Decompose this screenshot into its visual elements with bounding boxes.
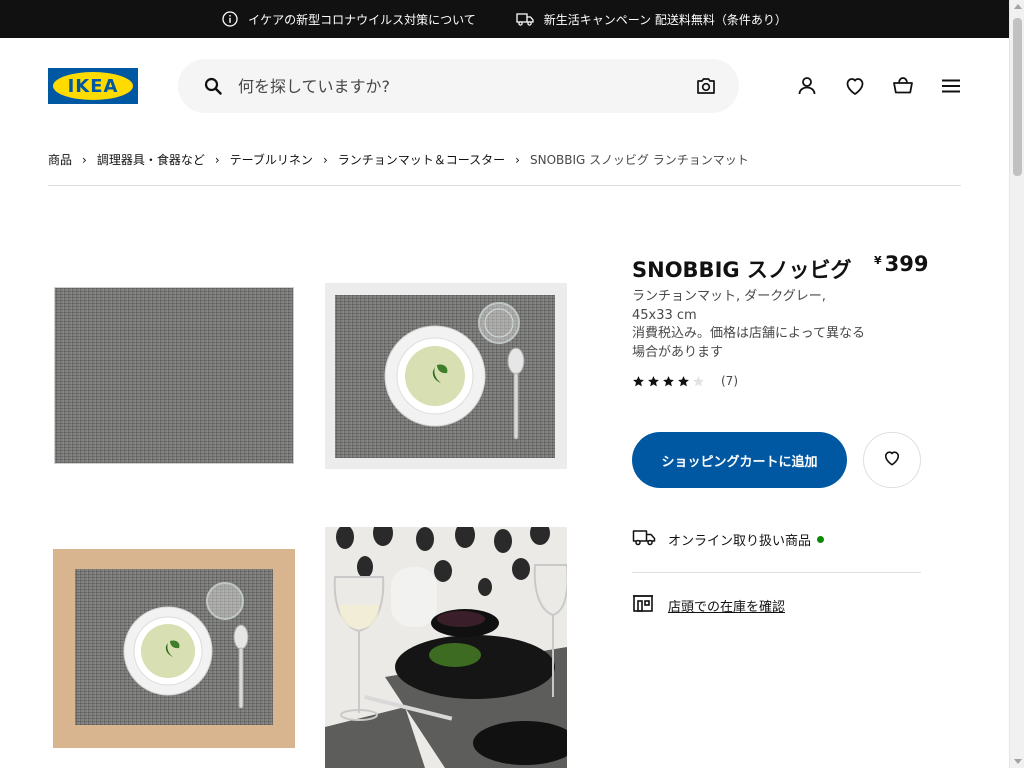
covid-notice-text: イケアの新型コロナウイルス対策について bbox=[248, 12, 476, 27]
store-stock-label: 店頭での在庫を確認 bbox=[668, 599, 786, 615]
chevron-right-icon: › bbox=[82, 152, 87, 167]
soup-bowl-illustration bbox=[123, 582, 249, 709]
product-title: SNOBBIG スノッビグ bbox=[632, 258, 852, 282]
product-rating[interactable]: (7) bbox=[632, 374, 738, 388]
search-icon[interactable] bbox=[204, 77, 222, 99]
availability-divider bbox=[632, 572, 921, 573]
chevron-right-icon: › bbox=[214, 152, 220, 167]
heart-icon[interactable] bbox=[843, 74, 867, 98]
breadcrumb-item-cookware[interactable]: 調理器具・食器など bbox=[97, 151, 205, 168]
page-scrollbar[interactable] bbox=[1009, 0, 1024, 768]
star-filled-icon bbox=[648, 375, 659, 386]
online-availability: オンライン取り扱い商品 bbox=[632, 528, 825, 550]
scroll-down-arrow-icon[interactable] bbox=[1014, 759, 1022, 764]
price-currency: ¥ bbox=[874, 254, 882, 267]
review-count: (7) bbox=[721, 374, 738, 388]
menu-icon[interactable] bbox=[939, 74, 963, 98]
availability-status-dot bbox=[817, 535, 825, 543]
tax-note: 消費税込み。価格は店舗によって異なる場合があります bbox=[632, 326, 865, 360]
site-header: IKEA bbox=[0, 38, 1009, 134]
online-availability-label: オンライン取り扱い商品 bbox=[668, 533, 812, 549]
user-icon[interactable] bbox=[795, 74, 819, 98]
logo-ellipse: IKEA bbox=[53, 72, 133, 100]
camera-search-icon[interactable] bbox=[696, 77, 716, 99]
store-icon bbox=[632, 593, 654, 617]
star-empty-icon bbox=[693, 375, 704, 386]
breadcrumb-item-placemats[interactable]: ランチョンマット＆コースター bbox=[338, 151, 505, 168]
search-input[interactable] bbox=[238, 71, 678, 101]
product-image-table-setting[interactable] bbox=[325, 527, 567, 768]
scroll-up-arrow-icon[interactable] bbox=[1014, 4, 1022, 9]
heart-icon bbox=[882, 448, 902, 472]
scrollbar-thumb[interactable] bbox=[1013, 18, 1022, 176]
store-stock-link[interactable]: 店頭での在庫を確認 bbox=[632, 593, 785, 617]
covid-notice-link[interactable]: イケアの新型コロナウイルス対策について bbox=[222, 11, 476, 28]
product-description: ランチョンマット, ダークグレー, 45x33 cm bbox=[632, 289, 826, 323]
price-amount: 399 bbox=[884, 252, 929, 276]
product-price: ¥ 399 bbox=[874, 252, 929, 276]
truck-icon bbox=[632, 528, 656, 550]
delivery-campaign-text: 新生活キャンペーン 配送料無料（条件あり） bbox=[543, 12, 787, 27]
soup-bowl-illustration bbox=[384, 302, 525, 440]
product-image-placemat[interactable] bbox=[54, 287, 294, 464]
add-to-cart-button[interactable]: ショッピングカートに追加 bbox=[632, 432, 847, 488]
star-filled-icon bbox=[663, 375, 674, 386]
breadcrumb-item-table-linen[interactable]: テーブルリネン bbox=[230, 151, 313, 168]
delivery-campaign-link[interactable]: 新生活キャンペーン 配送料無料（条件あり） bbox=[516, 11, 787, 28]
top-banner: イケアの新型コロナウイルス対策について 新生活キャンペーン 配送料無料（条件あり… bbox=[0, 0, 1009, 38]
header-icons bbox=[795, 74, 963, 98]
product-image-placemat-on-table[interactable] bbox=[53, 549, 295, 748]
chevron-right-icon: › bbox=[515, 152, 520, 167]
breadcrumb-item-current: SNOBBIG スノッビグ ランチョンマット bbox=[529, 153, 749, 167]
cart-icon[interactable] bbox=[891, 74, 915, 98]
chevron-right-icon: › bbox=[322, 152, 328, 167]
info-icon bbox=[222, 11, 238, 27]
rating-stars bbox=[632, 375, 705, 388]
star-filled-icon bbox=[678, 375, 689, 386]
logo-text: IKEA bbox=[67, 75, 119, 97]
breadcrumb-item-products[interactable]: 商品 bbox=[48, 151, 72, 168]
search-bar[interactable] bbox=[178, 59, 739, 113]
header-divider bbox=[48, 185, 961, 186]
breadcrumb: 商品 › 調理器具・食器など › テーブルリネン › ランチョンマット＆コースタ… bbox=[48, 151, 749, 168]
product-image-placemat-with-soup[interactable] bbox=[325, 283, 567, 469]
table-setting-illustration bbox=[325, 527, 567, 768]
ikea-logo[interactable]: IKEA bbox=[48, 68, 138, 104]
add-to-favorites-button[interactable] bbox=[863, 432, 921, 488]
truck-icon bbox=[516, 12, 534, 26]
star-filled-icon bbox=[633, 375, 644, 386]
